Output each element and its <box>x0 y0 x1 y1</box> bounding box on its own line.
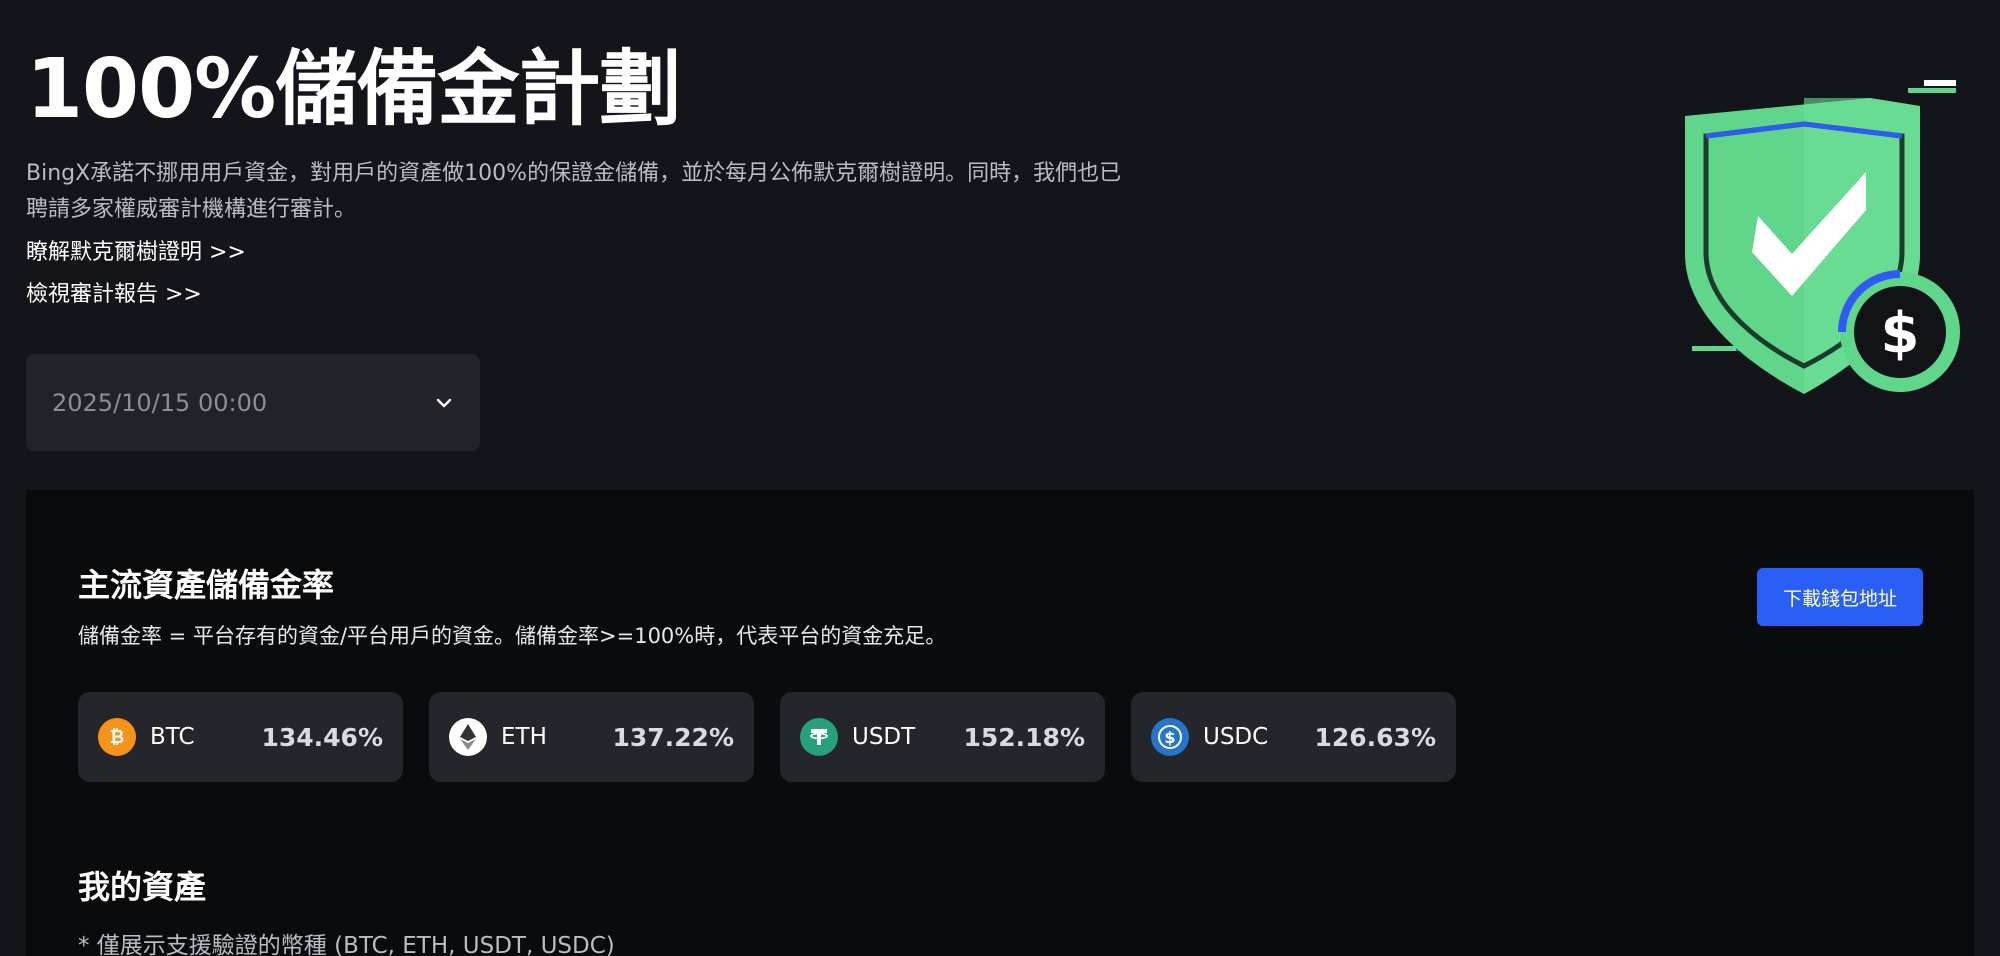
audit-report-link[interactable]: 檢視審計報告 >> <box>26 278 1226 312</box>
shield-check-dollar-icon: $ <box>1680 76 1970 406</box>
svg-text:$: $ <box>1164 728 1175 747</box>
reserve-card-usdt: USDT 152.18% <box>780 692 1105 782</box>
reserve-ratio: 134.46% <box>261 722 383 752</box>
page-description: BingX承諾不挪用用戶資金，對用戶的資產做100%的保證金儲備，並於每月公佈默… <box>26 161 1122 222</box>
asset-symbol: USDC <box>1203 724 1269 750</box>
eth-icon <box>449 718 487 756</box>
reserve-ratio: 152.18% <box>963 722 1085 752</box>
asset-symbol: BTC <box>150 724 195 750</box>
merkle-proof-link[interactable]: 瞭解默克爾樹證明 >> <box>26 236 1226 270</box>
usdt-icon <box>800 718 838 756</box>
snapshot-date-value: 2025/10/15 00:00 <box>52 388 268 417</box>
svg-text:$: $ <box>1881 301 1920 366</box>
svg-text:₿: ₿ <box>110 727 125 748</box>
my-assets-note: * 僅展示支援驗證的幣種 (BTC, ETH, USDT, USDC) <box>78 933 615 956</box>
page-title: 100%儲備金計劃 <box>26 42 681 137</box>
asset-symbol: ETH <box>501 724 547 750</box>
reserve-cards: ₿ BTC 134.46% ETH 137.22% USDT 152.18% $… <box>78 692 1456 782</box>
hero-section: 100%儲備金計劃 BingX承諾不挪用用戶資金，對用戶的資產做100%的保證金… <box>26 40 1226 312</box>
btc-icon: ₿ <box>98 718 136 756</box>
download-wallet-address-button[interactable]: 下載錢包地址 <box>1757 568 1923 626</box>
my-assets-title: 我的資產 <box>78 868 207 906</box>
reserve-ratio: 126.63% <box>1314 722 1436 752</box>
reserve-card-usdc: $ USDC 126.63% <box>1131 692 1456 782</box>
chevron-down-icon <box>434 393 454 413</box>
asset-symbol: USDT <box>852 724 916 750</box>
reserve-card-eth: ETH 137.22% <box>429 692 754 782</box>
usdc-icon: $ <box>1151 718 1189 756</box>
reserve-title: 主流資產儲備金率 <box>78 566 335 604</box>
reserve-card-btc: ₿ BTC 134.46% <box>78 692 403 782</box>
snapshot-date-select[interactable]: 2025/10/15 00:00 <box>26 354 480 451</box>
reserve-panel: 主流資產儲備金率 儲備金率 = 平台存有的資金/平台用戶的資金。儲備金率>=10… <box>26 490 1974 956</box>
reserve-description: 儲備金率 = 平台存有的資金/平台用戶的資金。儲備金率>=100%時，代表平台的… <box>78 624 947 648</box>
reserve-ratio: 137.22% <box>612 722 734 752</box>
